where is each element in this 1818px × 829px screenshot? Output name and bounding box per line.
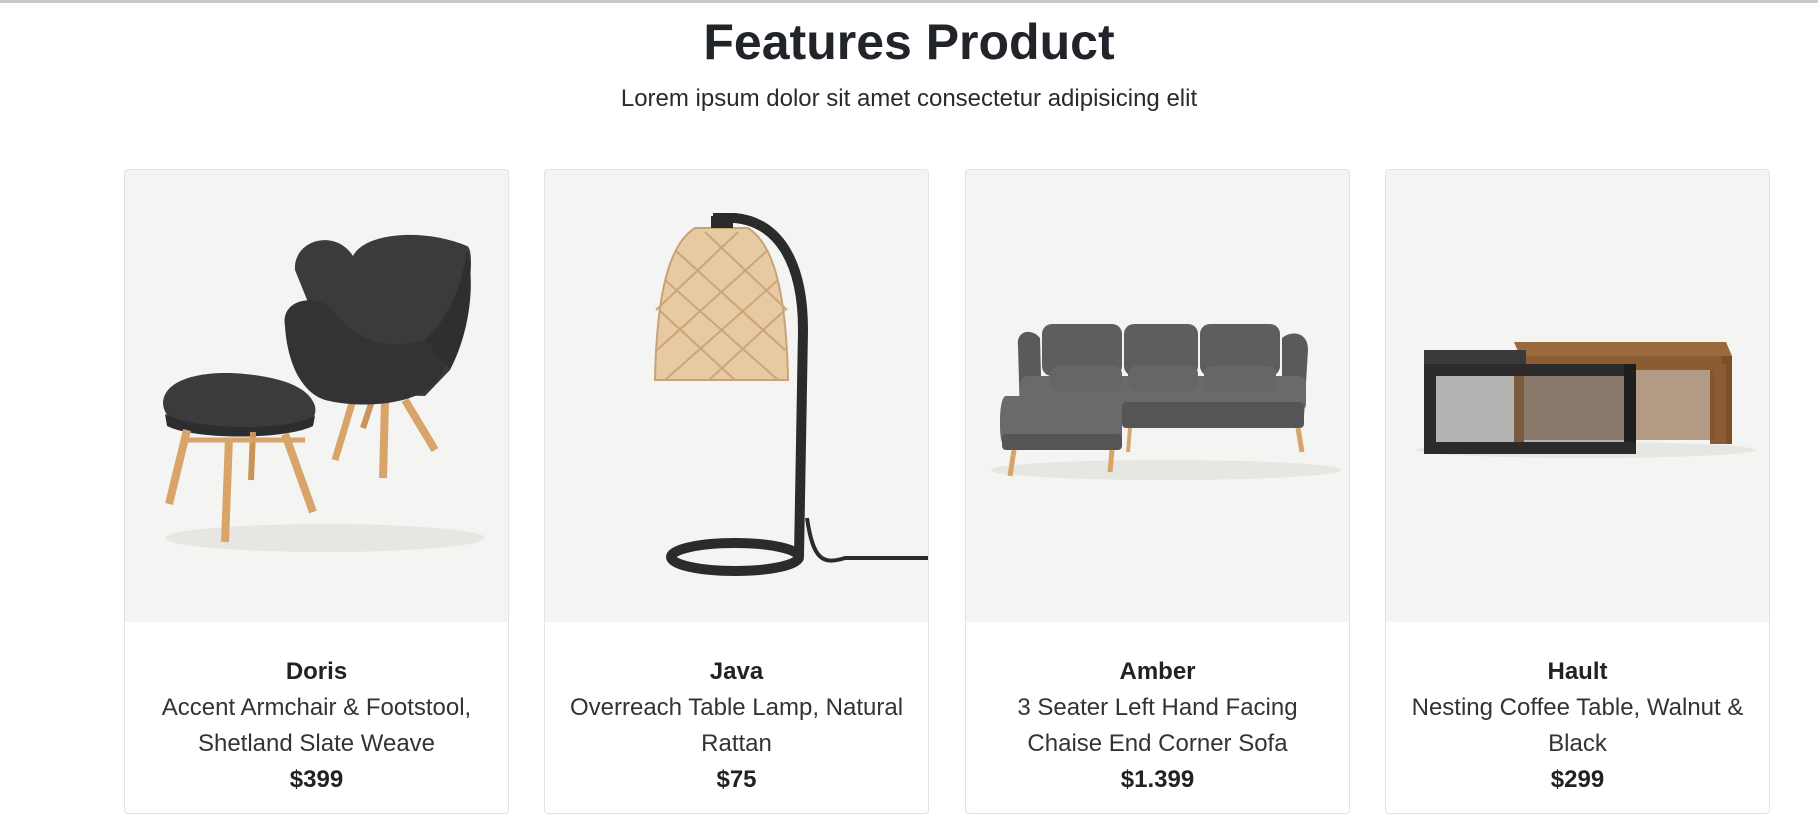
product-description: 3 Seater Left Hand Facing Chaise End Cor… <box>1017 694 1298 757</box>
product-name[interactable]: Hault <box>1386 654 1769 690</box>
section-subtitle: Lorem ipsum dolor sit amet consectetur a… <box>620 85 1198 112</box>
product-price: $399 <box>289 766 344 793</box>
features-section: Features Product Lorem ipsum dolor sit a… <box>0 0 1818 829</box>
section-title: Features Product <box>703 14 1115 70</box>
corner-sofa-image[interactable] <box>966 170 1349 622</box>
product-card-amber[interactable]: Amber 3 Seater Left Hand Facing Chaise E… <box>965 169 1350 814</box>
product-description: Overreach Table Lamp, Natural Rattan <box>569 694 904 757</box>
product-name[interactable]: Doris <box>125 654 508 690</box>
product-card-hault[interactable]: Hault Nesting Coffee Table, Walnut & Bla… <box>1385 169 1770 814</box>
product-card-doris[interactable]: Doris Accent Armchair & Footstool, Shetl… <box>124 169 509 814</box>
table-lamp-image[interactable] <box>545 170 928 622</box>
product-info: Java Overreach Table Lamp, Natural Ratta… <box>545 622 928 798</box>
product-name[interactable]: Amber <box>966 654 1349 690</box>
product-description: Nesting Coffee Table, Walnut & Black <box>1411 694 1744 757</box>
product-description: Accent Armchair & Footstool, Shetland Sl… <box>161 694 472 757</box>
armchair-footstool-image[interactable] <box>125 170 508 622</box>
product-card-java[interactable]: Java Overreach Table Lamp, Natural Ratta… <box>544 169 929 814</box>
product-price: $75 <box>716 766 757 793</box>
product-price: $299 <box>1550 766 1605 793</box>
product-grid: Doris Accent Armchair & Footstool, Shetl… <box>124 169 1770 814</box>
product-info: Amber 3 Seater Left Hand Facing Chaise E… <box>966 622 1349 798</box>
product-price: $1.399 <box>1120 766 1195 793</box>
coffee-table-image[interactable] <box>1386 170 1769 622</box>
product-info: Hault Nesting Coffee Table, Walnut & Bla… <box>1386 622 1769 798</box>
product-name[interactable]: Java <box>545 654 928 690</box>
product-info: Doris Accent Armchair & Footstool, Shetl… <box>125 622 508 798</box>
